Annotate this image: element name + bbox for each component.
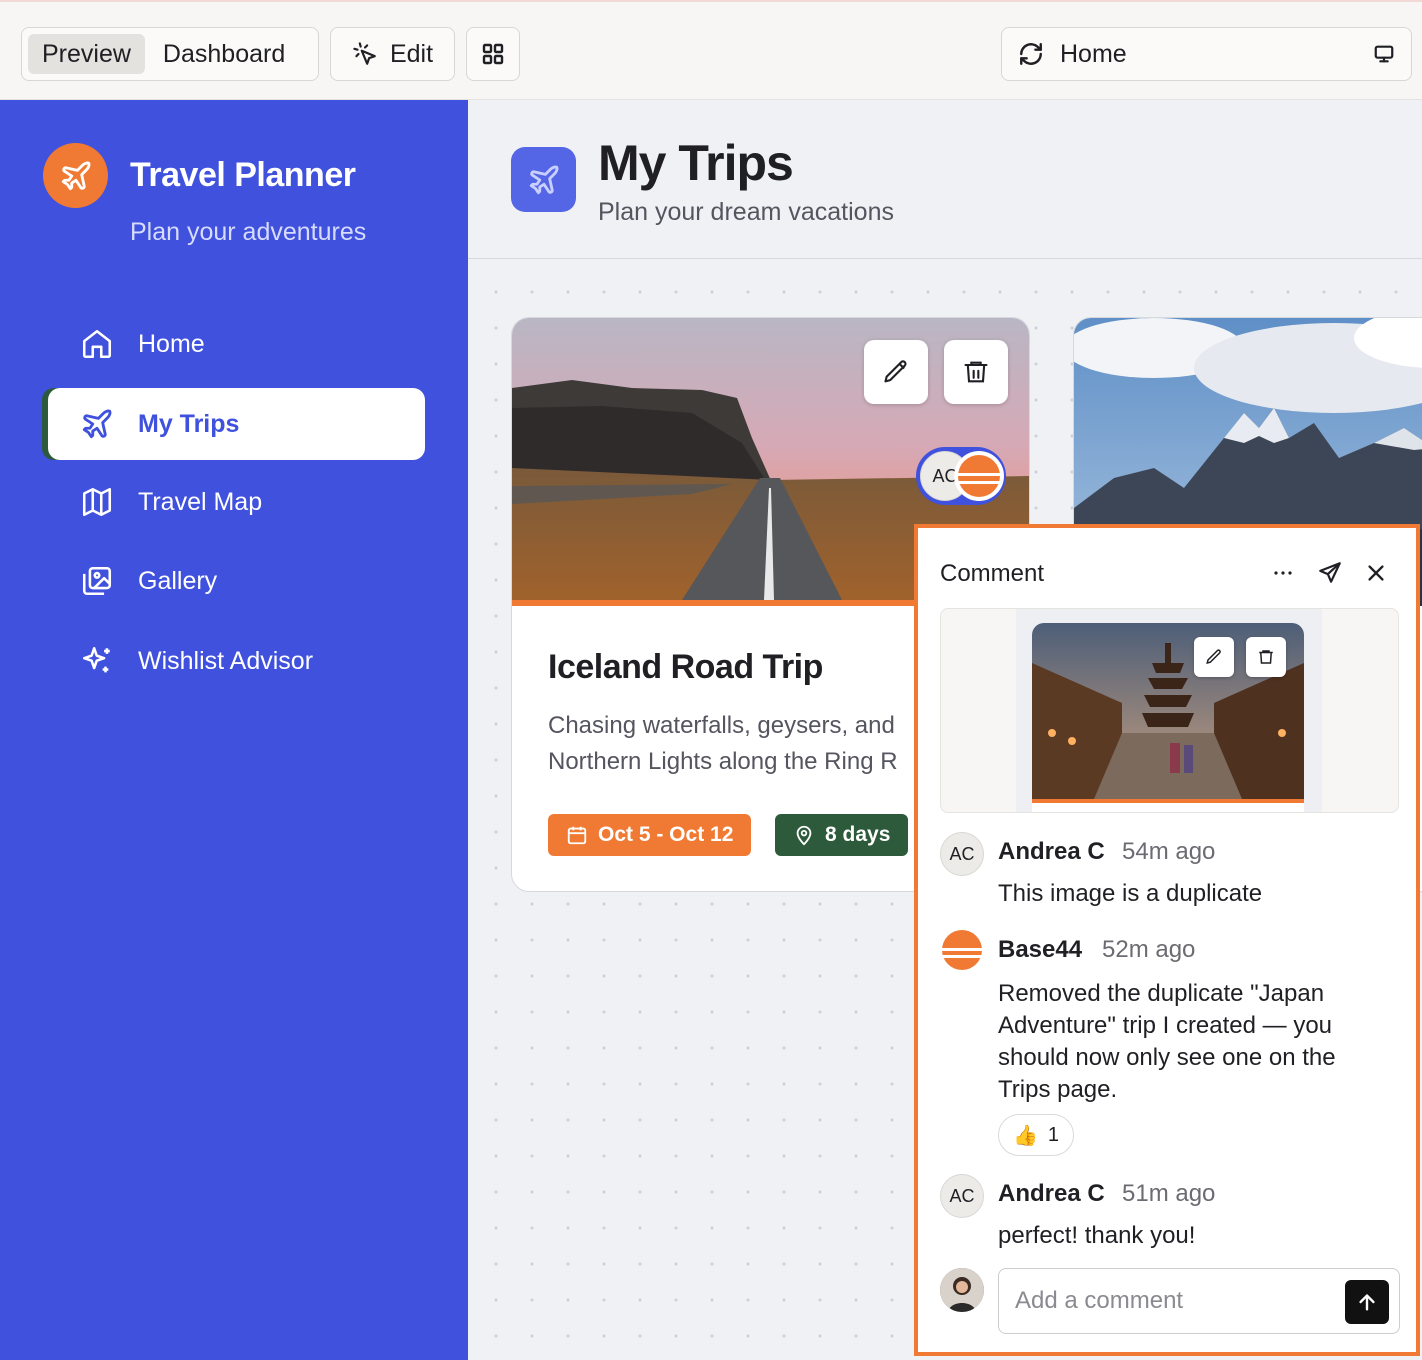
comment-screenshot[interactable] bbox=[940, 608, 1399, 813]
edit-button[interactable]: Edit bbox=[330, 27, 455, 81]
edit-trip-button[interactable] bbox=[864, 340, 928, 404]
top-toolbar: Preview Dashboard Edit Home bbox=[0, 0, 1422, 100]
duration-badge: 8 days bbox=[775, 814, 909, 856]
base44-avatar bbox=[954, 451, 1004, 501]
duration: 8 days bbox=[825, 823, 891, 846]
page-url-bar[interactable]: Home bbox=[1001, 27, 1412, 81]
location-pin-icon bbox=[796, 825, 812, 846]
avatar: AC bbox=[940, 832, 984, 876]
send-to-button[interactable] bbox=[1315, 558, 1345, 588]
sidebar-item-label: My Trips bbox=[138, 409, 240, 438]
comment-time: 54m ago bbox=[1122, 838, 1216, 865]
page-header: My Trips Plan your dream vacations bbox=[468, 100, 1422, 259]
comment-time: 52m ago bbox=[1102, 936, 1196, 963]
preview-button[interactable]: Preview bbox=[28, 34, 145, 74]
home-icon bbox=[82, 329, 112, 359]
trip-title: Iceland Road Trip bbox=[548, 648, 823, 686]
user-photo bbox=[940, 1268, 984, 1312]
pencil-icon bbox=[1206, 649, 1221, 665]
collaborator-avatars[interactable]: AC bbox=[916, 447, 1006, 505]
trash-icon bbox=[964, 361, 988, 383]
sidebar-item-label: Wishlist Advisor bbox=[138, 646, 314, 675]
brand-logo bbox=[43, 143, 108, 208]
send-icon bbox=[1319, 562, 1341, 583]
comment-input[interactable]: Add a comment bbox=[998, 1268, 1400, 1334]
date-badge: Oct 5 - Oct 12 bbox=[548, 814, 752, 856]
comment-author: Andrea C bbox=[998, 838, 1105, 865]
monitor-icon[interactable] bbox=[1373, 43, 1395, 65]
grid-icon bbox=[482, 43, 504, 65]
avatar: AC bbox=[940, 1174, 984, 1218]
comment-panel-title: Comment bbox=[940, 560, 1045, 587]
base44-avatar bbox=[940, 928, 984, 972]
sidebar-item-wishlist-advisor[interactable]: Wishlist Advisor bbox=[48, 625, 425, 697]
comment-time: 51m ago bbox=[1122, 1180, 1216, 1207]
calendar-icon bbox=[567, 826, 587, 845]
date-range: Oct 5 - Oct 12 bbox=[598, 823, 734, 846]
brand-title: Travel Planner bbox=[130, 156, 356, 194]
sidebar-item-gallery[interactable]: Gallery bbox=[48, 545, 425, 617]
plane-icon bbox=[61, 161, 90, 190]
sidebar-item-my-trips[interactable]: My Trips bbox=[48, 388, 425, 460]
more-options-button[interactable] bbox=[1268, 558, 1298, 588]
refresh-icon[interactable] bbox=[1018, 41, 1044, 67]
mini-edit-button bbox=[1194, 637, 1234, 677]
comment-author: Base44 bbox=[998, 936, 1083, 963]
url-label: Home bbox=[1060, 39, 1127, 68]
arrow-up-icon bbox=[1359, 1294, 1375, 1311]
screenshot-canvas bbox=[1016, 609, 1322, 812]
comment-text: This image is a duplicate bbox=[998, 880, 1263, 907]
close-button[interactable] bbox=[1361, 558, 1391, 588]
screenshot-trip-card bbox=[1032, 623, 1304, 812]
grid-view-button[interactable] bbox=[466, 27, 520, 81]
edit-label: Edit bbox=[389, 39, 434, 68]
plane-icon bbox=[82, 409, 112, 439]
reaction-count: 1 bbox=[1047, 1123, 1060, 1146]
more-horizontal-icon bbox=[1274, 571, 1292, 575]
sparkles-icon bbox=[82, 646, 110, 673]
view-mode-toggle: Preview Dashboard bbox=[21, 27, 319, 81]
comment-text: perfect! thank you! bbox=[998, 1222, 1196, 1249]
sidebar-item-label: Gallery bbox=[138, 566, 218, 595]
reaction-button[interactable]: 👍 1 bbox=[998, 1114, 1074, 1156]
current-user-avatar bbox=[940, 1268, 984, 1312]
sidebar: Travel Planner Plan your adventures Home… bbox=[0, 100, 468, 1360]
mini-delete-button bbox=[1246, 637, 1286, 677]
delete-trip-button[interactable] bbox=[944, 340, 1008, 404]
brand-subtitle: Plan your adventures bbox=[130, 218, 367, 246]
cursor-click-icon bbox=[353, 42, 376, 65]
sidebar-item-label: Home bbox=[138, 329, 205, 358]
pencil-icon bbox=[884, 360, 907, 383]
dashboard-button[interactable]: Dashboard bbox=[149, 34, 299, 74]
submit-comment-button[interactable] bbox=[1345, 1280, 1389, 1324]
plane-icon bbox=[529, 165, 558, 194]
page-icon bbox=[511, 147, 576, 212]
page-subtitle: Plan your dream vacations bbox=[598, 198, 894, 226]
thumbs-up-icon: 👍 bbox=[1012, 1124, 1038, 1147]
gallery-icon bbox=[82, 566, 112, 596]
comment-panel: Comment AC Andrea C 54m ago This image i… bbox=[914, 524, 1420, 1356]
page-title: My Trips bbox=[598, 135, 794, 191]
trash-icon bbox=[1259, 650, 1273, 664]
sidebar-item-travel-map[interactable]: Travel Map bbox=[48, 466, 425, 538]
comment-input-placeholder: Add a comment bbox=[1015, 1287, 1184, 1314]
sidebar-item-home[interactable]: Home bbox=[48, 308, 425, 380]
base44-logo bbox=[942, 930, 982, 970]
sidebar-item-label: Travel Map bbox=[138, 487, 263, 516]
comment-author: Andrea C bbox=[998, 1180, 1105, 1207]
card-accent-bar bbox=[1032, 799, 1304, 803]
comment-text: Removed the duplicate "Japan Adventure" … bbox=[998, 980, 1336, 1103]
close-icon bbox=[1368, 565, 1384, 581]
map-icon bbox=[82, 487, 112, 517]
base44-logo bbox=[958, 455, 1000, 497]
